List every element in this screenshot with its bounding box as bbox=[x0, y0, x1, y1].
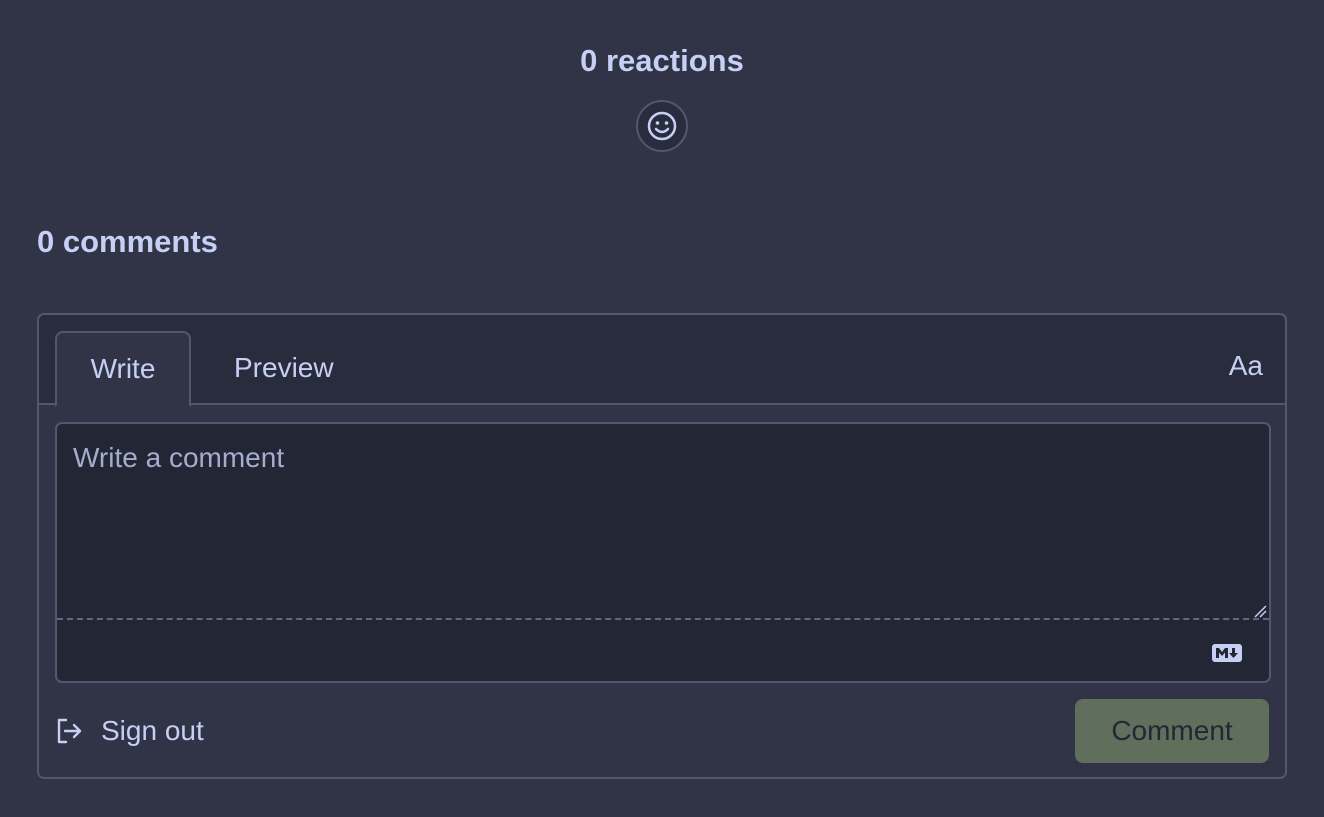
comment-editor bbox=[55, 422, 1271, 683]
add-reaction-button[interactable] bbox=[636, 100, 688, 152]
markdown-icon bbox=[1212, 644, 1242, 662]
sign-out-icon bbox=[57, 718, 82, 744]
sign-out-label: Sign out bbox=[101, 715, 204, 746]
font-toggle-button[interactable]: Aa bbox=[1229, 345, 1263, 387]
resize-handle-icon[interactable] bbox=[1253, 604, 1267, 618]
sign-out-button[interactable]: Sign out bbox=[55, 713, 204, 749]
reactions-section: 0 reactions bbox=[0, 40, 1324, 152]
comment-submit-button[interactable]: Comment bbox=[1075, 699, 1269, 763]
editor-tab-bar: Write Preview Aa bbox=[39, 315, 1285, 407]
tab-write[interactable]: Write bbox=[55, 331, 191, 407]
smiley-icon bbox=[647, 111, 677, 141]
reactions-count: 0 reactions bbox=[580, 43, 744, 78]
comment-form: Write Preview Aa Sign out Comment bbox=[37, 313, 1287, 779]
comments-count: 0 comments bbox=[37, 224, 218, 259]
comment-form-footer: Sign out Comment bbox=[55, 699, 1269, 763]
comment-textarea[interactable] bbox=[57, 424, 1269, 620]
tab-preview[interactable]: Preview bbox=[201, 331, 367, 405]
